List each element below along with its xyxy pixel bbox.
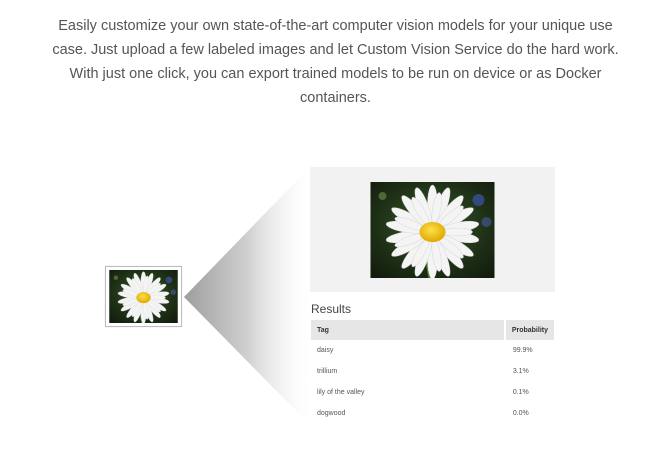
table-row: lily of the valley 0.1% xyxy=(311,382,554,403)
table-row: dogwood 0.0% xyxy=(311,403,554,424)
column-header-tag: Tag xyxy=(311,320,505,340)
table-row: trillium 3.1% xyxy=(311,361,554,382)
probability-cell: 0.1% xyxy=(512,389,529,396)
uploaded-image-thumbnail[interactable] xyxy=(105,266,182,327)
results-header-row: Tag Probability xyxy=(311,320,554,340)
tag-cell: lily of the valley xyxy=(317,389,365,396)
probability-cell: 3.1% xyxy=(512,368,529,375)
tag-cell: dogwood xyxy=(317,410,346,417)
daisy-thumbnail-image xyxy=(109,270,178,323)
tag-cell: trillium xyxy=(317,368,338,375)
probability-cell: 99.9% xyxy=(512,347,533,354)
probability-cell: 0.0% xyxy=(512,410,529,417)
results-table: Tag Probability daisy 99.9% trillium 3.1… xyxy=(311,320,554,424)
table-row: daisy 99.9% xyxy=(311,340,554,361)
daisy-preview-image xyxy=(370,182,495,278)
tag-cell: daisy xyxy=(317,347,334,354)
results-heading: Results xyxy=(311,302,352,316)
image-preview-panel xyxy=(310,167,555,292)
intro-paragraph: Easily customize your own state-of-the-a… xyxy=(52,18,619,106)
column-header-probability: Probability xyxy=(503,320,554,340)
